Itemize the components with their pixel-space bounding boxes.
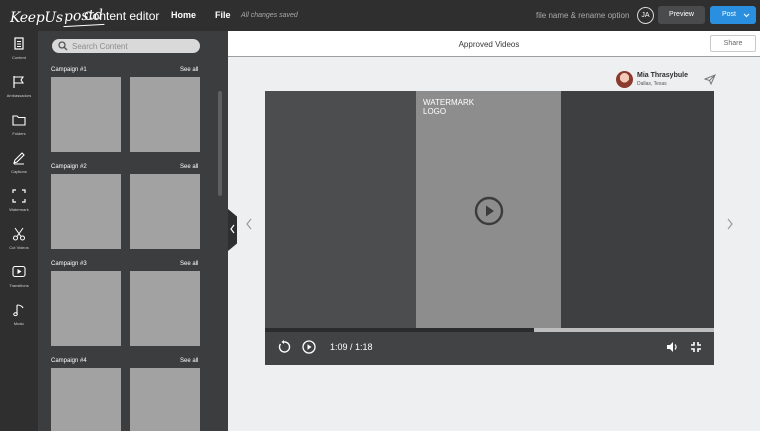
play-button-icon[interactable] [302,340,316,354]
content-thumbnail[interactable] [51,77,121,152]
ambassador-name: Mia Thrasybule [637,72,688,79]
campaign-title: Campaign #1 [51,67,87,73]
rail-label: Music [13,321,25,326]
pen-icon [13,152,25,165]
progress-fill [265,328,535,332]
content-thumbnail[interactable] [51,271,121,346]
flag-icon [13,76,25,88]
campaign-title: Campaign #4 [51,358,87,364]
see-all-link[interactable]: See all [180,358,198,364]
rail-item-watermark[interactable]: Watermark [0,183,38,221]
rail-label: Folders [12,131,26,136]
campaign-title: Campaign #3 [51,261,87,267]
play-square-icon [12,265,26,278]
content-thumbnail[interactable] [130,77,200,152]
top-bar: KeepUs postd Content editor Home File Al… [0,0,760,31]
content-panel: Campaign #1 See all Campaign #2 See all … [38,31,228,431]
folder-icon [12,115,26,126]
page-title: Approved Videos [458,40,520,49]
rail-item-captions[interactable]: Captions [0,145,38,183]
rail-label: Transitions [9,283,29,288]
rail-label: Cut Videos [9,245,29,250]
search-box[interactable] [52,39,200,53]
post-button-label: Post [722,11,737,18]
next-video-arrow[interactable] [726,218,734,233]
time-display: 1:09 / 1:18 [330,342,373,352]
see-all-link[interactable]: See all [180,164,198,170]
replay-icon[interactable] [277,340,291,354]
play-circle-icon[interactable] [474,196,504,226]
scissors-icon [13,227,25,241]
rail-label: Captions [11,169,27,174]
save-status: All changes saved [241,12,298,19]
rail-label: Ambassadors [6,93,32,98]
main-header: Approved Videos Share [228,31,760,57]
video-player: WATERMARK LOGO 1:09 / 1:18 [265,91,714,365]
rail-item-transitions[interactable]: Transitions [0,259,38,297]
rail-label: Watermark [9,207,29,212]
progress-bar[interactable] [265,328,714,332]
rail-item-ambassadors[interactable]: Ambassadors [0,69,38,107]
rail-label: Content [11,55,26,60]
chevron-left-icon [246,218,252,230]
content-thumbnail[interactable] [51,174,121,249]
nav-home-link[interactable]: Home [171,10,196,20]
content-thumbnail[interactable] [130,368,200,431]
search-icon [58,41,68,51]
ambassador-location: Dallas, Texas [637,81,667,87]
previous-video-arrow[interactable] [245,218,253,233]
watermark-logo[interactable]: WATERMARK LOGO [423,98,474,116]
chevron-down-icon [743,6,750,32]
rail-item-content[interactable]: Content [0,31,38,69]
chevron-left-icon [229,223,236,237]
rail-item-cut-videos[interactable]: Cut Videos [0,221,38,259]
see-all-link[interactable]: See all [180,67,198,73]
ambassador-avatar[interactable] [616,71,633,88]
frame-icon [12,189,26,203]
fullscreen-exit-icon[interactable] [690,341,702,353]
panel-scrollbar[interactable] [218,91,222,196]
nav-file-menu[interactable]: File [215,10,231,20]
music-note-icon [13,304,24,317]
share-button[interactable]: Share [710,35,756,52]
volume-icon[interactable] [666,341,679,353]
app-title: Content editor [84,9,160,23]
tool-rail: Content Ambassadors Folders Captions Wat… [0,31,38,431]
watermark-line-1: WATERMARK [423,98,475,107]
rename-option[interactable]: file name & rename option [536,11,629,20]
content-thumbnail[interactable] [130,174,200,249]
search-input[interactable] [72,39,196,53]
post-button[interactable]: Post [710,6,756,24]
document-icon [14,37,24,50]
content-thumbnail[interactable] [130,271,200,346]
send-icon[interactable] [704,74,716,85]
rail-item-folders[interactable]: Folders [0,107,38,145]
user-avatar-initials[interactable]: JA [637,7,654,24]
campaign-title: Campaign #2 [51,164,87,170]
rail-item-music[interactable]: Music [0,297,38,335]
preview-button[interactable]: Preview [658,6,705,24]
logo-text-part1: KeepUs [10,10,63,26]
see-all-link[interactable]: See all [180,261,198,267]
watermark-line-2: LOGO [423,107,447,116]
chevron-right-icon [727,218,733,230]
content-thumbnail[interactable] [51,368,121,431]
video-frame[interactable]: WATERMARK LOGO [416,91,561,328]
video-side-area [561,91,714,328]
collapse-panel-button[interactable] [228,209,237,251]
